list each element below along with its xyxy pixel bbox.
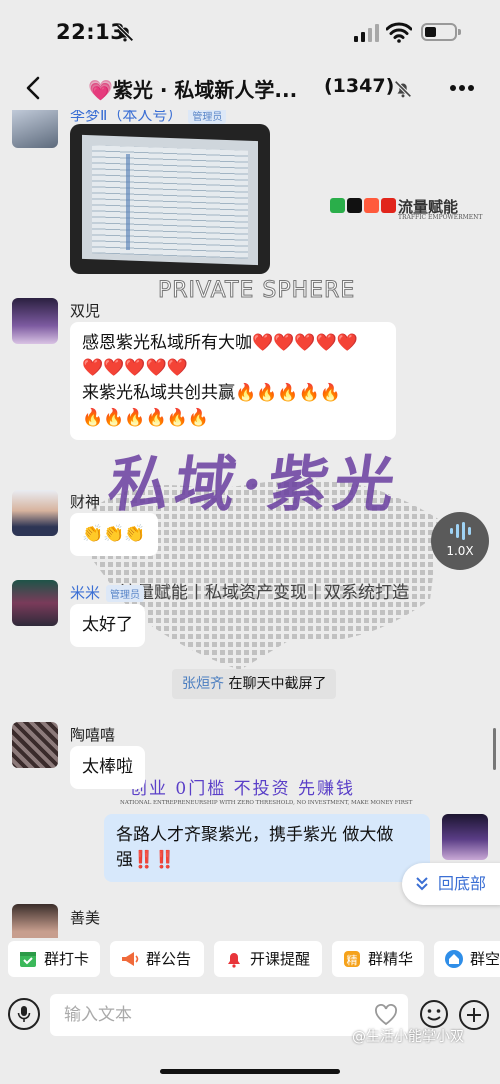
shortcut-highlights[interactable]: 精 群精华 [332,941,424,977]
cell-signal-icon [354,24,379,42]
emoji-icon[interactable] [419,999,449,1029]
message-line: 来紫光私域共创共赢🔥🔥🔥🔥🔥 [82,383,341,403]
home-indicator[interactable] [160,1069,340,1074]
audio-wave-icon [450,522,471,540]
svg-text:精: 精 [347,954,358,967]
wifi-icon [386,22,412,43]
home-icon [445,950,463,968]
admin-badge: 管理员 [106,585,145,602]
brand-en-watermark: TRAFFIC EMPOWERMENT [398,214,483,221]
chat-header: 💗紫光 · 私域新人学... (1347) [0,66,500,110]
notice-user[interactable]: 张烜齐 [182,676,224,692]
message-bubble[interactable]: 👏👏👏 [70,513,158,556]
sender-name: 米米 管理员 [70,582,145,603]
scroll-to-bottom-button[interactable]: 回底部 [402,863,500,905]
message-line: 各路人才齐聚紫光，携手紫光 做大做 [116,825,394,845]
message-bubble[interactable]: 感恩紫光私域所有大咖❤️❤️❤️❤️❤️ ❤️❤️❤️❤️❤️ 来紫光私域共创共… [70,322,396,440]
microphone-icon [17,1006,31,1022]
admin-badge: 管理员 [188,110,227,124]
brand-logo-watermark: 私域·紫光 [104,450,406,520]
message-bubble[interactable]: 太好了 [70,604,145,647]
shortcut-label: 群精华 [368,950,414,968]
status-bar: 22:13 [0,0,500,66]
corner-watermark: @生活小能掌小双 [352,1029,464,1045]
avatar[interactable] [12,722,58,768]
scroll-to-bottom-label: 回底部 [438,874,487,893]
avatar[interactable] [12,110,58,148]
screenshot-notice: 张烜齐 在聊天中截屏了 [172,669,337,699]
private-sphere-watermark: PRIVATE SPHERE [157,278,356,304]
audio-speed-label: 1.0X [446,544,474,558]
sender-name: 李梦Ⅱ（本人号） 管理员 [70,110,227,125]
scrollbar[interactable] [493,728,496,770]
image-message[interactable] [70,124,270,274]
megaphone-icon [122,952,139,966]
message-input-bar: @生活小能掌小双 [0,986,500,1084]
own-avatar[interactable] [442,814,488,860]
shortcut-label: 群打卡 [44,950,90,968]
voice-input-button[interactable] [8,998,40,1030]
mute-bell-icon [394,80,412,98]
shortcut-announcement[interactable]: 群公告 [110,941,204,977]
notice-text: 在聊天中截屏了 [224,676,327,692]
tagline-en-watermark: NATIONAL ENTREPRENEURSHIP WITH ZERO THRE… [120,800,413,806]
bell-off-icon [116,24,134,42]
more-options-icon[interactable] [448,78,476,98]
message-line: 感恩紫光私域所有大咖❤️❤️❤️❤️❤️ [82,333,358,353]
avatar[interactable] [12,298,58,344]
avatar[interactable] [12,580,58,626]
member-count: (1347) [324,75,395,97]
own-message-bubble[interactable]: 各路人才齐聚紫光，携手紫光 做大做 强‼️‼️ [104,814,430,882]
sender-name: 善美 [70,909,101,927]
tagline-watermark: 创业 0门槛 不投资 先赚钱 [130,779,356,799]
avatar[interactable] [12,490,58,536]
back-arrow-icon[interactable] [22,74,46,102]
slogan-watermark: 流量赋能丨私域资产变现丨双系统打造 [120,583,409,603]
bell-icon [228,953,240,968]
heart-icon[interactable] [374,1004,398,1026]
highlights-icon: 精 [344,951,360,967]
sender-name: 财神 [70,493,101,511]
group-shortcut-bar: 群打卡 群公告 开课提醒 精 群精华 群空 [0,938,500,986]
double-chevron-down-icon [416,877,428,891]
battery-icon [421,23,461,41]
shortcut-label: 开课提醒 [250,950,311,968]
sender-name: 陶嘻嘻 [70,726,116,744]
message-input[interactable] [64,1002,354,1028]
shortcut-label: 群空 [470,950,500,968]
shortcut-label: 群公告 [146,950,192,968]
message-line: 强‼️‼️ [116,850,176,870]
audio-speed-button[interactable]: 1.0X [431,512,489,570]
message-line: ❤️❤️❤️❤️❤️ [82,358,188,378]
brand-apps-watermark [330,198,396,213]
message-list[interactable]: 私域·紫光 流量赋能 TRAFFIC EMPOWERMENT PRIVATE S… [0,110,500,938]
message-line: 🔥🔥🔥🔥🔥🔥 [82,408,210,428]
shortcut-checkin[interactable]: 群打卡 [8,941,100,977]
shortcut-class-reminder[interactable]: 开课提醒 [214,941,322,977]
group-title: 💗紫光 · 私域新人学... [88,78,298,102]
sender-name: 双児 [70,302,101,320]
calendar-check-icon [20,952,36,967]
message-bubble[interactable]: 太棒啦 [70,746,145,789]
shortcut-space[interactable]: 群空 [434,941,500,977]
avatar[interactable] [12,904,58,938]
